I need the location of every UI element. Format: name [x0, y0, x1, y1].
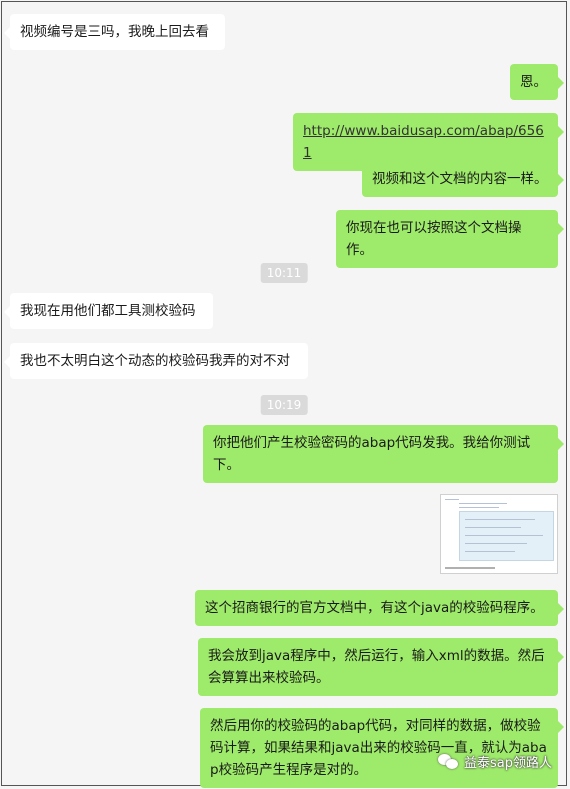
image-attachment[interactable] — [440, 494, 558, 574]
message-bubble-sent[interactable]: 这个招商银行的官方文档中，有这个java的校验码程序。 — [195, 590, 564, 626]
message-text: 我现在用他们都工具测校验码 — [20, 303, 196, 319]
message-text: 你现在也可以按照这个文档操作。 — [346, 220, 522, 258]
timestamp: 10:11 — [260, 263, 308, 283]
message-link[interactable]: http://www.baidusap.com/abap/6561 — [303, 123, 544, 161]
message-text: 恩。 — [520, 74, 547, 90]
message-text: 这个招商银行的官方文档中，有这个java的校验码程序。 — [205, 600, 544, 616]
timestamp: 10:19 — [260, 395, 308, 415]
message-bubble-received[interactable]: 视频编号是三吗，我晚上回去看 — [4, 14, 225, 50]
message-bubble-sent[interactable]: 你把他们产生校验密码的abap代码发我。我给你测试下。 — [203, 425, 564, 483]
wechat-icon — [438, 753, 458, 770]
watermark-text: 益泰sap领路人 — [464, 756, 552, 771]
message-bubble-sent[interactable]: 视频和这个文档的内容一样。 — [362, 161, 564, 197]
message-bubble-sent[interactable]: 你现在也可以按照这个文档操作。 — [336, 210, 564, 268]
message-bubble-received[interactable]: 我也不太明白这个动态的校验码我弄的对不对 — [4, 343, 308, 379]
message-bubble-sent[interactable]: 恩。 — [510, 64, 564, 100]
message-text: 视频编号是三吗，我晚上回去看 — [20, 24, 209, 40]
watermark: 益泰sap领路人 — [438, 752, 552, 771]
chat-window: 视频编号是三吗，我晚上回去看 恩。 http://www.baidusap.co… — [1, 1, 567, 788]
message-bubble-received[interactable]: 我现在用他们都工具测校验码 — [4, 293, 213, 329]
message-text: 我会放到java程序中，然后运行，输入xml的数据。然后会算算出来校验码。 — [208, 648, 545, 686]
message-text: 视频和这个文档的内容一样。 — [372, 171, 548, 187]
message-text: 我也不太明白这个动态的校验码我弄的对不对 — [20, 353, 290, 369]
message-bubble-sent[interactable]: 我会放到java程序中，然后运行，输入xml的数据。然后会算算出来校验码。 — [198, 638, 564, 696]
message-text: 你把他们产生校验密码的abap代码发我。我给你测试下。 — [213, 435, 531, 473]
message-bubble-sent[interactable]: 然后用你的校验码的abap代码，对同样的数据，做校验码计算，如果结果和java出… — [200, 708, 564, 788]
